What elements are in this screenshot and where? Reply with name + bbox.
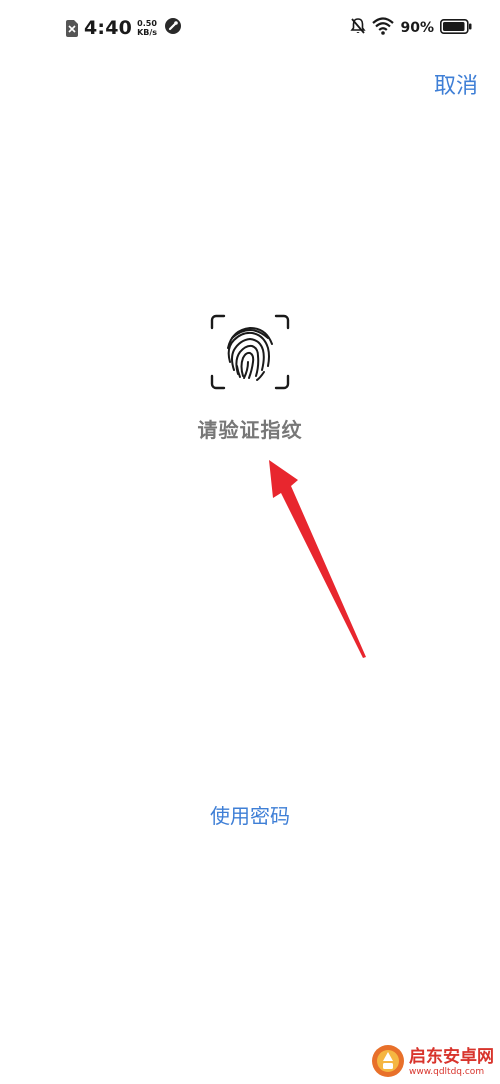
watermark-brand: 启东安卓网 <box>409 1047 494 1067</box>
arrow-icon <box>250 450 380 670</box>
watermark: 启东安卓网 www.qdltdq.com <box>371 1044 494 1082</box>
network-speed-unit: KB/s <box>137 28 158 37</box>
wifi-icon <box>372 17 395 39</box>
battery-percent: 90% <box>400 20 434 36</box>
verify-fingerprint-prompt: 请验证指纹 <box>197 418 303 442</box>
network-speed-value: 0.50 <box>137 19 157 28</box>
watermark-text: 启东安卓网 www.qdltdq.com <box>409 1048 494 1078</box>
watermark-logo-icon <box>371 1044 405 1082</box>
status-right: 90% <box>350 14 472 42</box>
network-speed: 0.50 KB/s <box>137 19 157 37</box>
sim-off-icon <box>66 19 78 37</box>
battery-icon <box>440 18 472 38</box>
mute-icon <box>350 17 367 39</box>
watermark-url: www.qdltdq.com <box>409 1067 485 1077</box>
fingerprint-icon[interactable] <box>210 314 290 390</box>
app-badge-icon <box>165 18 182 38</box>
status-left: 4:40 0.50 KB/s <box>66 14 182 42</box>
use-password-button[interactable]: 使用密码 <box>210 804 290 828</box>
status-bar: 4:40 0.50 KB/s 90% <box>0 0 500 56</box>
use-password-row: 使用密码 <box>0 800 500 829</box>
cancel-button[interactable]: 取消 <box>434 68 478 100</box>
status-time: 4:40 <box>84 17 133 39</box>
